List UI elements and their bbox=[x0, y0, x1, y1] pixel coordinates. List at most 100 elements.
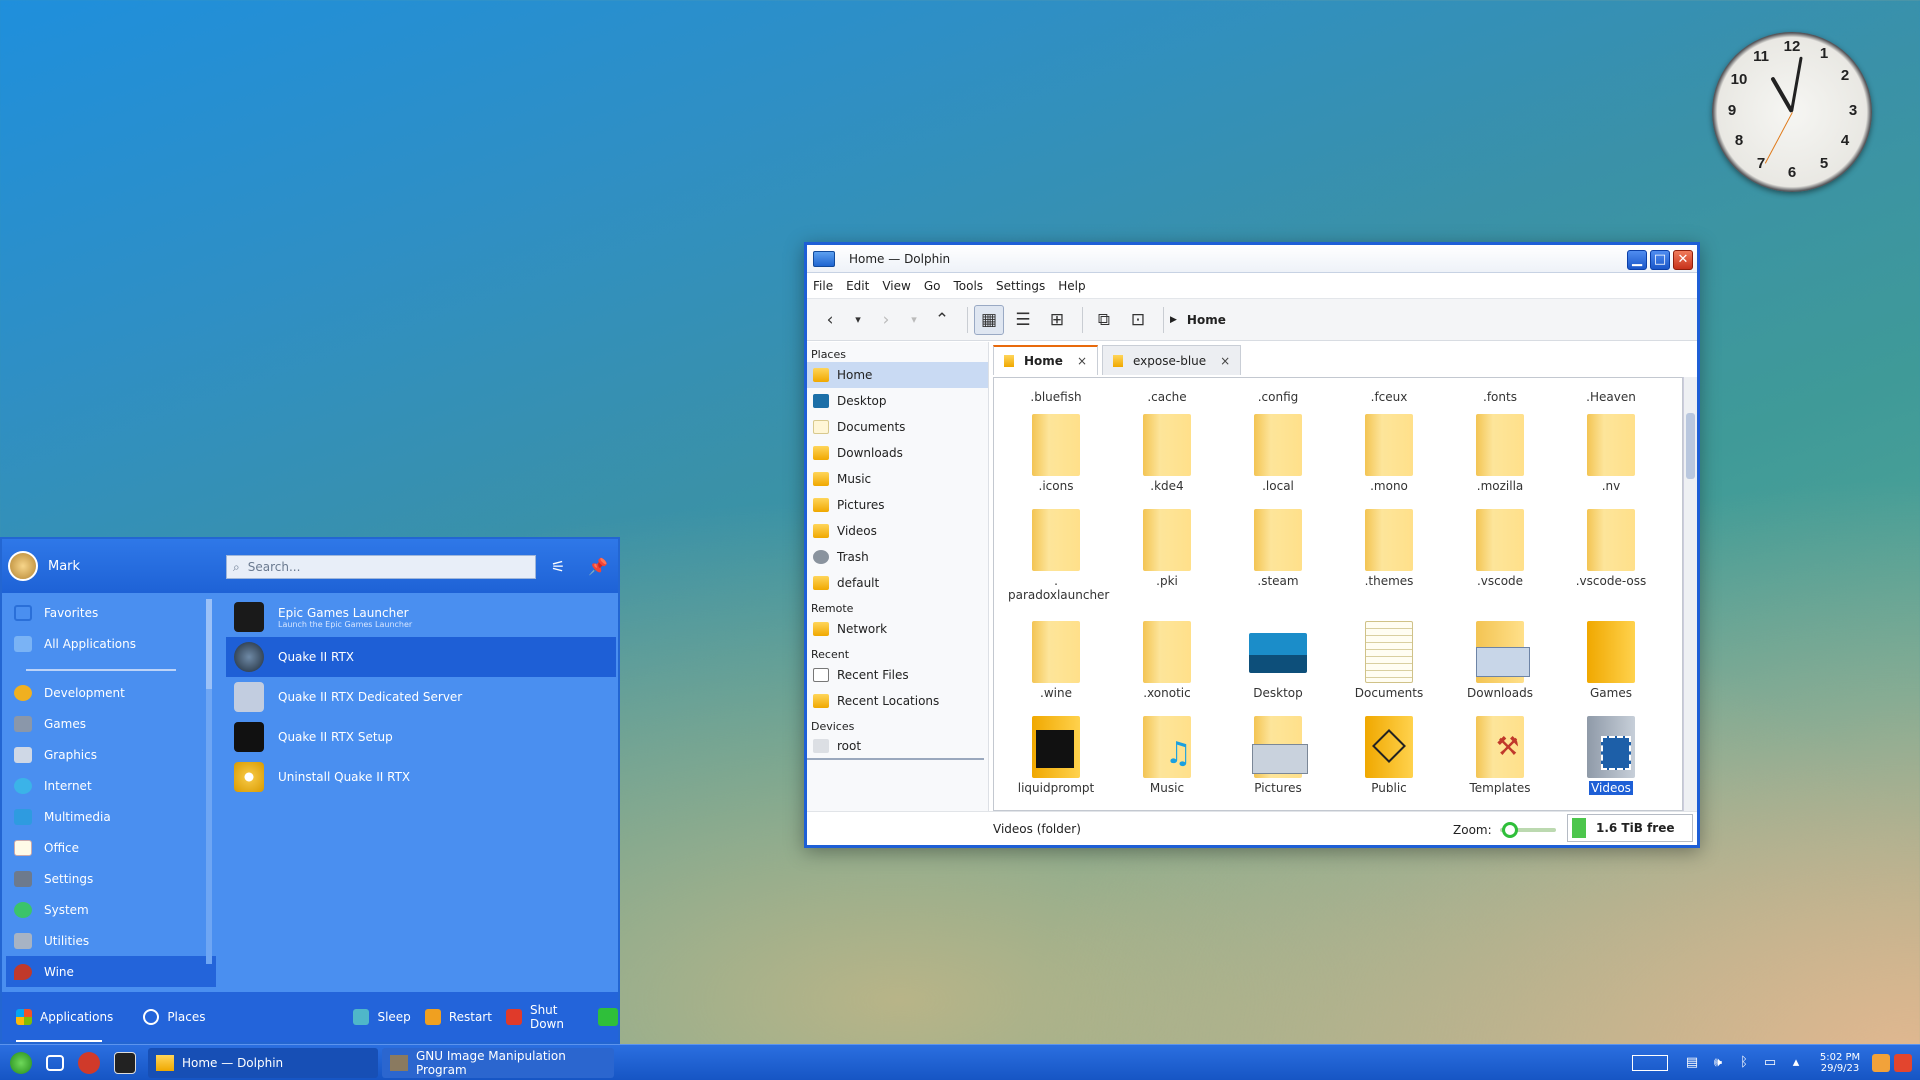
category-utilities[interactable]: Utilities bbox=[6, 925, 216, 956]
close-tab-icon[interactable]: × bbox=[1220, 354, 1230, 368]
pager-icon[interactable] bbox=[1632, 1055, 1668, 1071]
zoom-slider[interactable] bbox=[1499, 822, 1556, 838]
place-documents[interactable]: Documents bbox=[807, 414, 988, 440]
desktop-folder-item[interactable]: Desktop bbox=[1230, 621, 1326, 700]
downloads-folder-item[interactable]: Downloads bbox=[1452, 621, 1548, 700]
folder-item[interactable]: .fonts bbox=[1452, 378, 1548, 404]
shutdown-button[interactable]: Shut Down bbox=[505, 1003, 564, 1031]
place-recent-locations[interactable]: Recent Locations bbox=[807, 688, 988, 714]
place-trash[interactable]: Trash bbox=[807, 544, 988, 570]
maximize-button[interactable]: □ bbox=[1650, 250, 1670, 270]
place-music[interactable]: Music bbox=[807, 466, 988, 492]
app-epic-games-launcher[interactable]: Epic Games Launcher Launch the Epic Games… bbox=[226, 597, 616, 637]
folder-item[interactable]: .steam bbox=[1230, 509, 1326, 588]
terminal-icon[interactable] bbox=[114, 1051, 136, 1074]
folder-item[interactable]: .config bbox=[1230, 378, 1326, 404]
folder-item[interactable]: .mono bbox=[1341, 414, 1437, 493]
place-videos[interactable]: Videos bbox=[807, 518, 988, 544]
place-recent-files[interactable]: Recent Files bbox=[807, 662, 988, 688]
split-icon[interactable]: ⧉ bbox=[1089, 305, 1119, 335]
documents-folder-item[interactable]: Documents bbox=[1341, 621, 1437, 700]
close-button[interactable]: ✕ bbox=[1673, 250, 1693, 270]
folder-item[interactable]: .bluefish bbox=[1008, 378, 1104, 404]
scrollbar-thumb[interactable] bbox=[206, 599, 212, 689]
breadcrumb[interactable]: Home bbox=[1187, 313, 1226, 327]
folder-item[interactable]: .themes bbox=[1341, 509, 1437, 588]
vivaldi-icon[interactable] bbox=[78, 1051, 100, 1074]
applications-tab[interactable]: Applications bbox=[16, 1009, 113, 1025]
menu-view[interactable]: View bbox=[882, 279, 910, 293]
sleep-button[interactable]: Sleep bbox=[353, 1009, 411, 1025]
folder-item[interactable]: .icons bbox=[1008, 414, 1104, 493]
tab-expose-blue[interactable]: expose-blue × bbox=[1102, 345, 1242, 375]
folder-item[interactable]: .wine bbox=[1008, 621, 1104, 700]
back-icon[interactable]: ‹ bbox=[815, 305, 845, 335]
task-dolphin[interactable]: Home — Dolphin bbox=[148, 1047, 378, 1078]
folder-item[interactable]: .mozilla bbox=[1452, 414, 1548, 493]
category-all-applications[interactable]: All Applications bbox=[6, 628, 216, 659]
launcher-icon[interactable] bbox=[10, 1051, 32, 1074]
close-tab-icon[interactable]: × bbox=[1077, 354, 1087, 368]
app-uninstall-quake-ii-rtx[interactable]: Uninstall Quake II RTX bbox=[226, 757, 616, 797]
category-graphics[interactable]: Graphics bbox=[6, 739, 216, 770]
app-quake-ii-rtx[interactable]: Quake II RTX bbox=[226, 637, 616, 677]
place-root[interactable]: root bbox=[807, 734, 984, 760]
icons-view-icon[interactable]: ▦ bbox=[974, 304, 1004, 335]
folder-item[interactable]: .vscode bbox=[1452, 509, 1548, 588]
folder-item[interactable]: .fceux bbox=[1341, 378, 1437, 404]
pin-icon[interactable]: 📌 bbox=[586, 555, 610, 579]
logout-power-icon[interactable] bbox=[1894, 1054, 1912, 1072]
volume-icon[interactable]: 🕪 bbox=[1710, 1055, 1726, 1071]
minimize-button[interactable]: ▁ bbox=[1627, 250, 1647, 270]
menu-file[interactable]: File bbox=[813, 279, 833, 293]
places-tab[interactable]: Places bbox=[143, 1009, 205, 1025]
scrollbar-thumb[interactable] bbox=[1686, 413, 1695, 479]
category-internet[interactable]: Internet bbox=[6, 770, 216, 801]
tab-home[interactable]: Home × bbox=[993, 345, 1098, 375]
folder-item[interactable]: .local bbox=[1230, 414, 1326, 493]
folder-item[interactable]: .cache bbox=[1119, 378, 1215, 404]
place-home[interactable]: Home bbox=[807, 362, 988, 388]
category-system[interactable]: System bbox=[6, 894, 216, 925]
bluetooth-icon[interactable]: ᛒ bbox=[1736, 1055, 1752, 1071]
menu-edit[interactable]: Edit bbox=[846, 279, 869, 293]
category-office[interactable]: Office bbox=[6, 832, 216, 863]
public-folder-item[interactable]: Public bbox=[1341, 716, 1437, 795]
task-gimp[interactable]: GNU Image Manipulation Program bbox=[382, 1047, 614, 1078]
place-downloads[interactable]: Downloads bbox=[807, 440, 988, 466]
folder-item[interactable]: .xonotic bbox=[1119, 621, 1215, 700]
search-input[interactable]: ⌕ Search... bbox=[226, 555, 536, 579]
show-desktop-icon[interactable] bbox=[46, 1054, 64, 1071]
place-network[interactable]: Network bbox=[807, 616, 988, 642]
new-tab-icon[interactable]: ⊡ bbox=[1123, 305, 1153, 335]
category-settings[interactable]: Settings bbox=[6, 863, 216, 894]
vertical-scrollbar[interactable] bbox=[1683, 377, 1697, 811]
folder-item[interactable]: .pki bbox=[1119, 509, 1215, 588]
category-games[interactable]: Games bbox=[6, 708, 216, 739]
pictures-folder-item[interactable]: Pictures bbox=[1230, 716, 1326, 795]
network-icon[interactable]: ▭ bbox=[1762, 1055, 1778, 1071]
games-folder-item[interactable]: Games bbox=[1563, 621, 1659, 700]
taskbar-clock[interactable]: 5:02 PM 29/9/23 bbox=[1818, 1052, 1862, 1074]
menu-settings[interactable]: Settings bbox=[996, 279, 1045, 293]
folder-item[interactable]: .nv bbox=[1563, 414, 1659, 493]
configure-icon[interactable]: ⚟ bbox=[546, 555, 570, 579]
menu-go[interactable]: Go bbox=[924, 279, 941, 293]
place-default[interactable]: default bbox=[807, 570, 988, 596]
folder-item[interactable]: .Heaven bbox=[1563, 378, 1659, 404]
folder-item[interactable]: .kde4 bbox=[1119, 414, 1215, 493]
avatar[interactable] bbox=[8, 551, 38, 581]
details-view-icon[interactable]: ☰ bbox=[1008, 305, 1038, 335]
free-space-indicator[interactable]: 1.6 TiB free bbox=[1567, 814, 1693, 842]
zoom-slider-knob[interactable] bbox=[1501, 822, 1518, 838]
forward-history-dropdown-icon[interactable]: ▾ bbox=[905, 305, 923, 335]
category-scrollbar[interactable] bbox=[206, 599, 212, 964]
folder-item[interactable]: liquidprompt bbox=[1008, 716, 1104, 795]
forward-icon[interactable]: › bbox=[871, 305, 901, 335]
app-quake-ii-rtx-dedicated-server[interactable]: Quake II RTX Dedicated Server bbox=[226, 677, 616, 717]
category-favorites[interactable]: Favorites bbox=[6, 597, 216, 628]
lock-screen-icon[interactable] bbox=[1872, 1054, 1890, 1072]
app-quake-ii-rtx-setup[interactable]: Quake II RTX Setup bbox=[226, 717, 616, 757]
place-pictures[interactable]: Pictures bbox=[807, 492, 988, 518]
back-history-dropdown-icon[interactable]: ▾ bbox=[849, 305, 867, 335]
